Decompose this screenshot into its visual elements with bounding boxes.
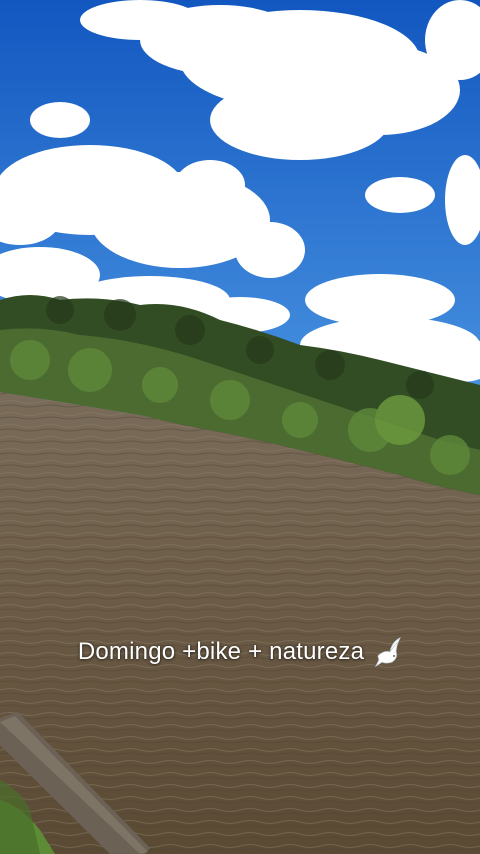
caption-text: Domingo +bike + natureza	[77, 638, 365, 665]
video-caption: Domingo +bike + natureza	[0, 632, 480, 672]
lake-scene	[0, 0, 480, 854]
dove-icon	[375, 637, 402, 668]
video-frame: Domingo +bike + natureza	[0, 0, 480, 854]
